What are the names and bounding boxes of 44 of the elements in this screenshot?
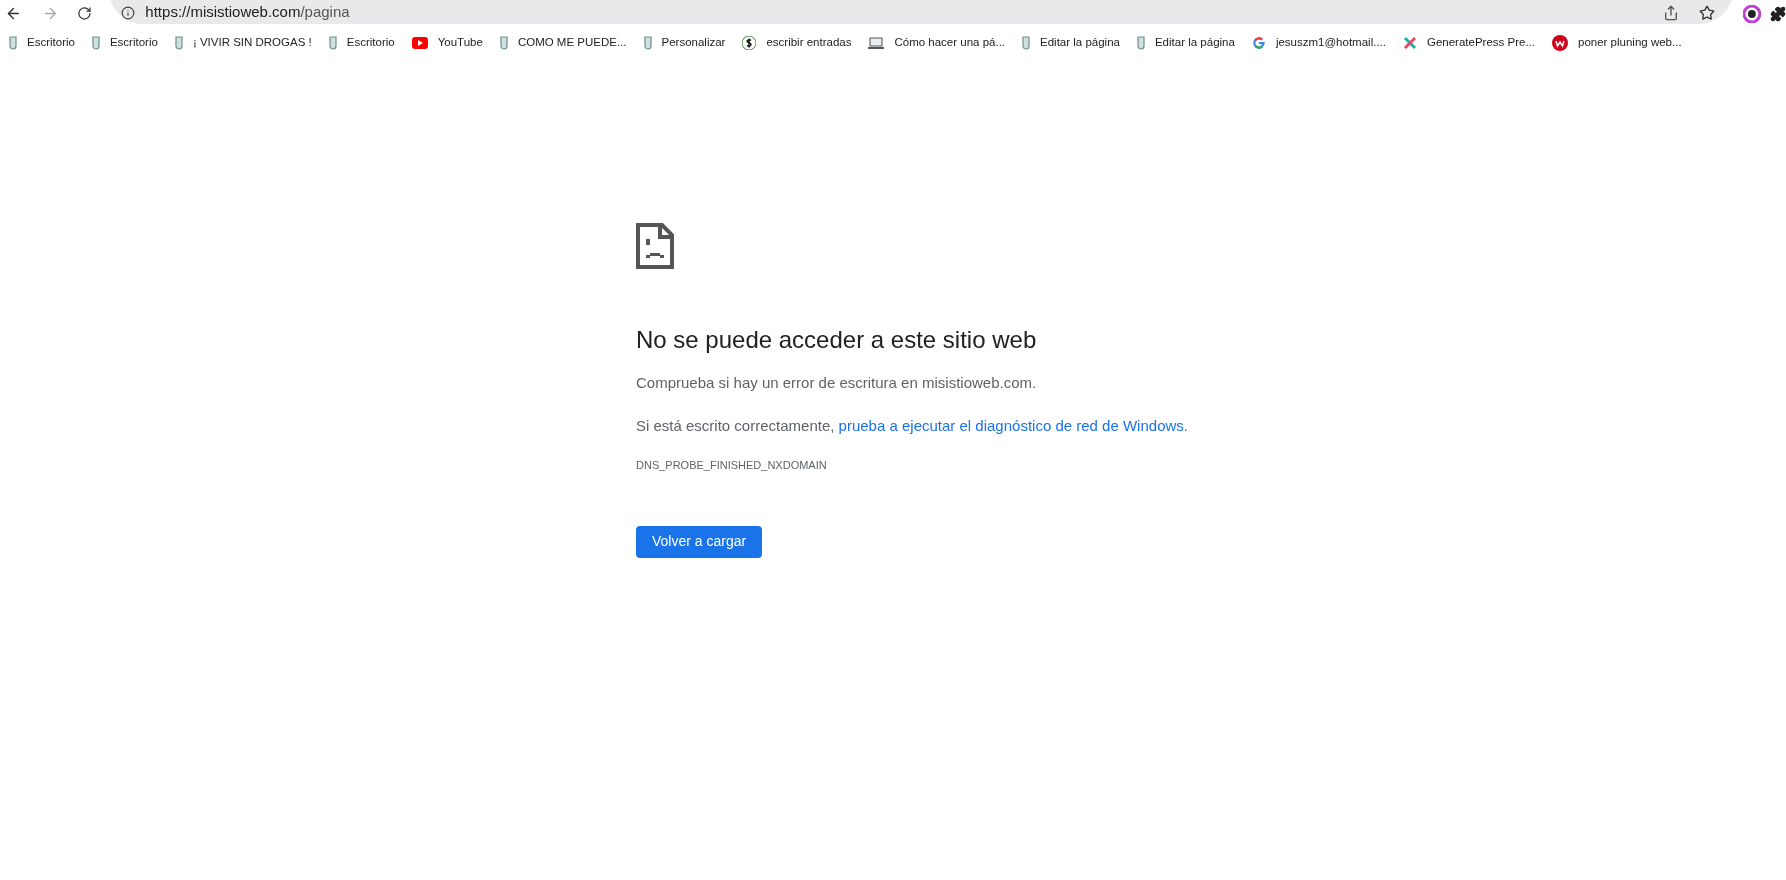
star-icon[interactable] <box>1699 4 1716 21</box>
address-bar[interactable]: https://misistioweb.com/pagina <box>109 0 1734 24</box>
tube-icon <box>9 36 17 50</box>
bookmark-item[interactable]: Escritorio <box>91 34 158 52</box>
back-icon[interactable] <box>5 5 22 22</box>
tube-icon <box>328 36 337 50</box>
w-logo-icon <box>1552 35 1568 51</box>
info-icon <box>121 5 136 20</box>
dollar-icon <box>742 36 757 50</box>
play-icon <box>411 37 428 49</box>
sad-page-icon <box>636 223 674 269</box>
reload-button[interactable]: Volver a cargar <box>636 525 763 558</box>
bookmark-item[interactable]: YouTube <box>411 34 483 52</box>
bookmark-item[interactable]: GeneratePress Pre... <box>1403 34 1535 52</box>
tube-icon <box>499 36 508 50</box>
reload-icon[interactable] <box>76 6 92 21</box>
bookmark-item[interactable]: Escritorio <box>9 34 75 52</box>
tube-icon <box>174 36 183 50</box>
extension-icon[interactable] <box>1743 4 1761 23</box>
error-title: No se puede acceder a este sitio web <box>636 325 1038 355</box>
url-text: https://misistioweb.com/pagina <box>145 2 350 23</box>
bookmark-item[interactable]: jesuszm1@hotmail.... <box>1251 34 1386 52</box>
tube-icon <box>1136 36 1145 50</box>
g-logo-icon <box>1251 36 1266 50</box>
bookmark-item[interactable]: ¡ VIVIR SIN DROGAS ! <box>174 34 312 52</box>
tube-icon <box>91 36 100 50</box>
bookmark-item[interactable]: COMO ME PUEDE... <box>499 34 627 52</box>
laptop-icon <box>868 36 885 50</box>
error-code: DNS_PROBE_FINISHED_NXDOMAIN <box>636 458 828 473</box>
bookmark-item[interactable]: Editar la página <box>1136 34 1235 52</box>
share-icon[interactable] <box>1663 4 1680 21</box>
puzzle-icon[interactable] <box>1770 5 1786 22</box>
error-hint: Si está escrito correctamente, prueba a ejecutar el diagnóstico de red de Windows. <box>636 415 1189 436</box>
bookmark-item[interactable]: Cómo hacer una pá... <box>868 34 1006 52</box>
tube-icon <box>1022 36 1031 50</box>
bookmark-item[interactable]: poner pluning web... <box>1552 34 1682 52</box>
bookmark-item[interactable]: Personalizar <box>643 34 726 52</box>
tube-icon <box>643 36 652 50</box>
x-logo-icon <box>1403 36 1417 50</box>
bookmark-item[interactable]: Editar la página <box>1022 34 1120 52</box>
bookmark-item[interactable]: escribir entradas <box>742 34 852 52</box>
diagnostic-link[interactable]: prueba a ejecutar el diagnóstico de red de Windows <box>838 416 1184 434</box>
error-message: Comprueba si hay un error de escritura en misistioweb.com. <box>636 373 1038 393</box>
bookmark-item[interactable]: Escritorio <box>328 34 395 52</box>
